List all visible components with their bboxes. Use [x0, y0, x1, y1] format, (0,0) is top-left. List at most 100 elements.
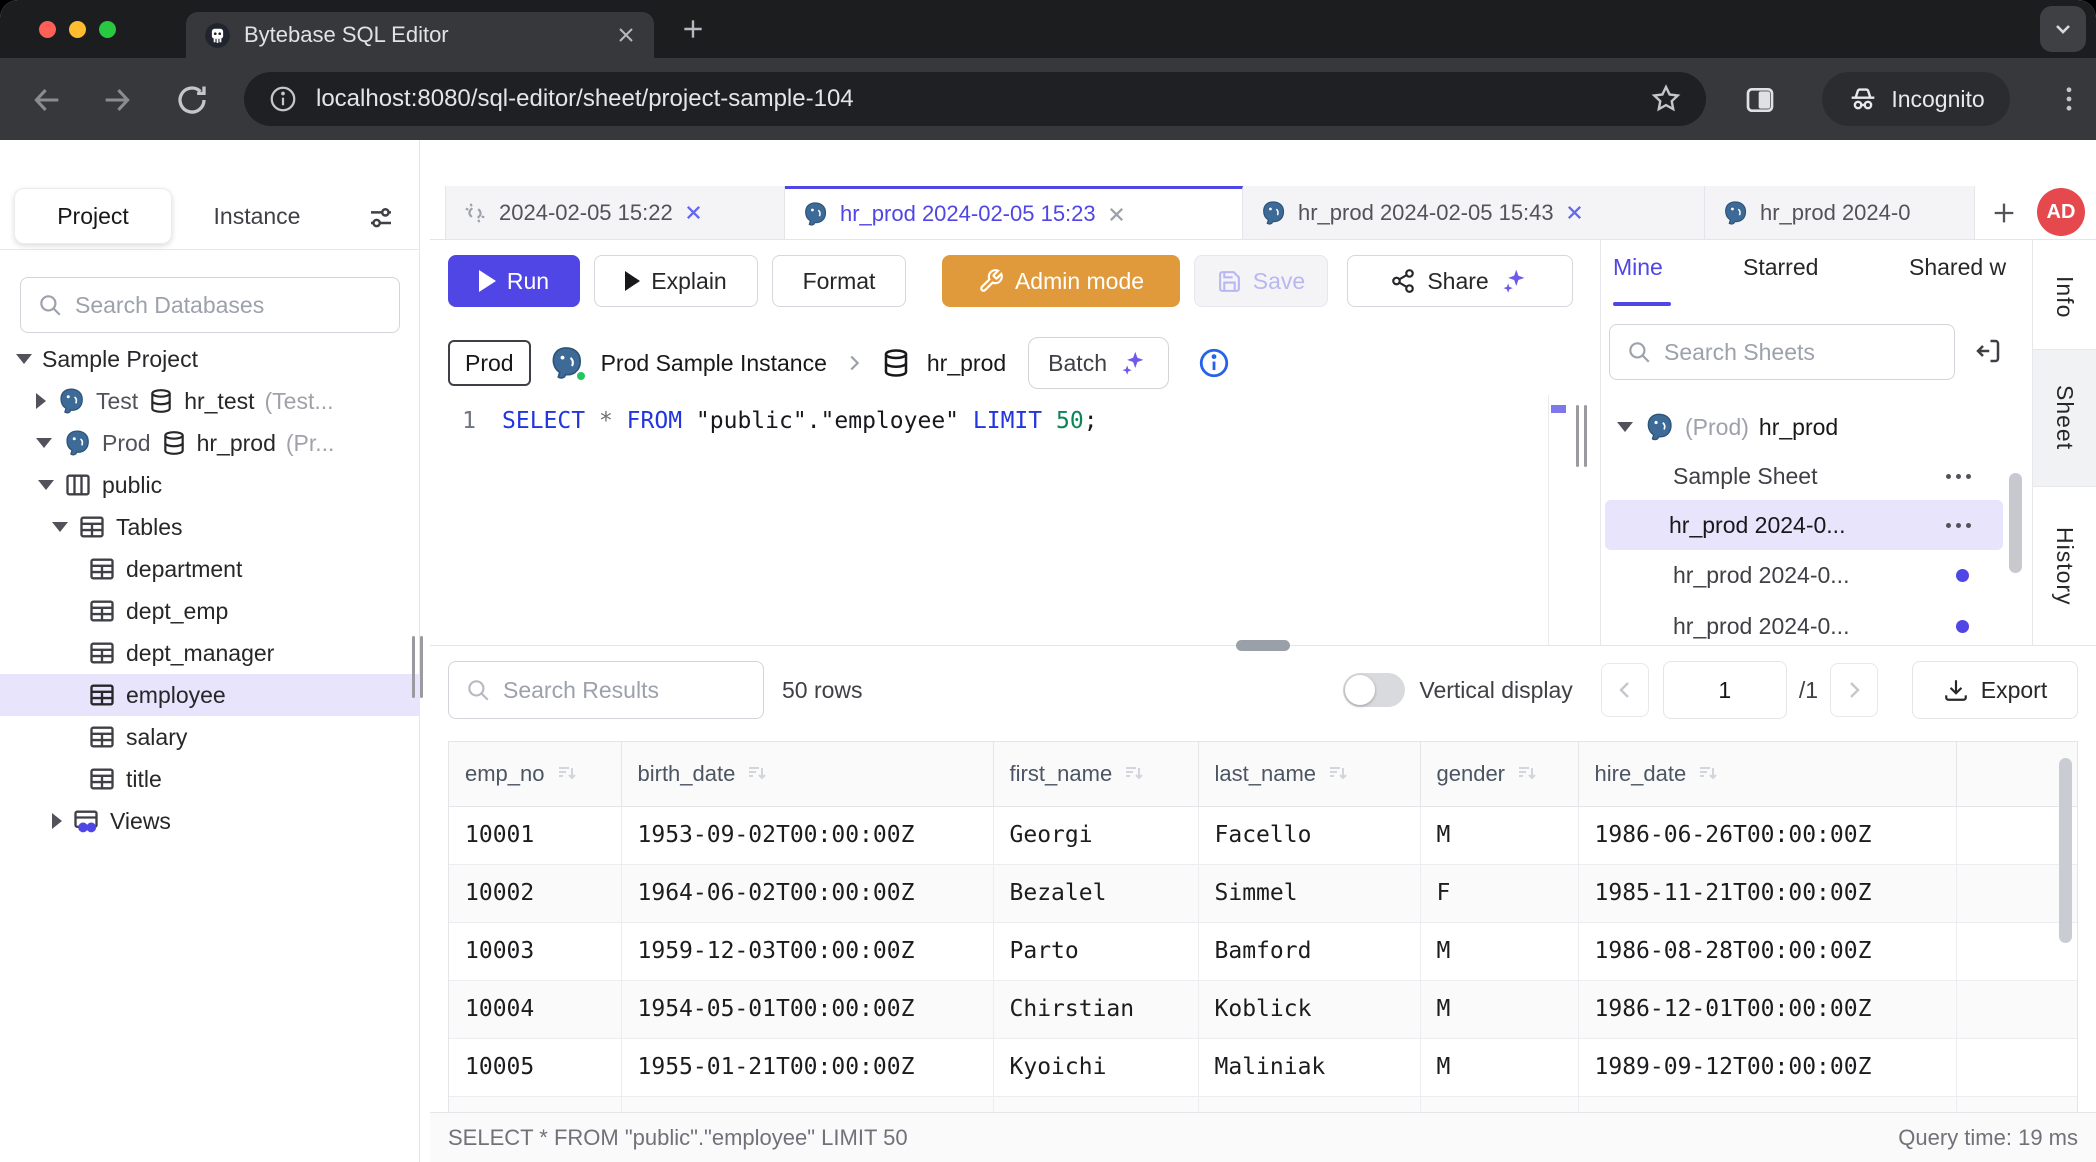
info-circle-icon[interactable] [1197, 346, 1231, 380]
format-button[interactable]: Format [772, 255, 906, 307]
batch-button[interactable]: Batch [1028, 337, 1169, 389]
database-name[interactable]: hr_prod [927, 350, 1006, 377]
more-icon[interactable] [1946, 474, 1971, 479]
back-icon[interactable] [30, 83, 64, 117]
sort-icon[interactable] [555, 762, 579, 786]
next-page-button[interactable] [1830, 663, 1878, 717]
tab-sheet[interactable]: Sheet [2033, 350, 2096, 487]
results-search[interactable] [448, 661, 764, 719]
sheet-search[interactable] [1609, 324, 1955, 380]
bookmark-star-icon[interactable] [1650, 83, 1682, 115]
new-tab-icon[interactable] [680, 16, 706, 42]
tree-item-hr-test[interactable]: Test hr_test (Test... [0, 380, 420, 422]
sheets-tab-shared[interactable]: Shared w [1909, 254, 2006, 281]
save-button[interactable]: Save [1194, 255, 1328, 307]
close-icon[interactable] [1107, 205, 1126, 224]
avatar[interactable]: AD [2037, 188, 2085, 236]
sheets-tab-starred[interactable]: Starred [1743, 254, 1818, 281]
sheet-item-selected[interactable]: hr_prod 2024-0... [1605, 500, 2003, 550]
side-panel-icon[interactable] [1744, 84, 1776, 116]
tree-item-table-dept-manager[interactable]: dept_manager [0, 632, 420, 674]
sidebar-tab-project[interactable]: Project [14, 188, 172, 244]
add-sheet-icon[interactable] [1990, 199, 2018, 227]
tree-item-tables-group[interactable]: Tables [0, 506, 420, 548]
collapse-panel-icon[interactable] [1973, 336, 2003, 366]
browser-menu-icon[interactable] [2052, 82, 2086, 116]
results-resize-handle[interactable] [1236, 640, 1290, 651]
reload-icon[interactable] [174, 82, 210, 118]
tab-info[interactable]: Info [2033, 245, 2096, 350]
minimize-window-button[interactable] [69, 21, 86, 38]
tab-history[interactable]: History [2033, 487, 2096, 646]
tree-item-views-group[interactable]: Views [0, 800, 420, 842]
tree-item-table-employee[interactable]: employee [0, 674, 420, 716]
tree-item-hr-prod[interactable]: Prod hr_prod (Pr... [0, 422, 420, 464]
table-scrollbar[interactable] [2059, 758, 2072, 943]
caret-down-icon[interactable] [38, 480, 54, 490]
caret-down-icon[interactable] [52, 522, 68, 532]
caret-right-icon[interactable] [52, 813, 62, 829]
database-search-input[interactable] [75, 292, 383, 319]
sheet-tab-3[interactable]: hr_prod 2024-02-05 15:43 [1243, 186, 1705, 239]
forward-icon[interactable] [100, 83, 134, 117]
admin-mode-button[interactable]: Admin mode [942, 255, 1180, 307]
column-header-last-name[interactable]: last_name [1198, 742, 1420, 806]
browser-tab[interactable]: Bytebase SQL Editor [186, 12, 654, 58]
caret-down-icon[interactable] [16, 354, 32, 364]
column-header-birth-date[interactable]: birth_date [621, 742, 993, 806]
sheet-group-hr-prod[interactable]: (Prod) hr_prod [1601, 402, 2032, 452]
prev-page-button[interactable] [1601, 663, 1649, 717]
share-button[interactable]: Share [1347, 255, 1573, 307]
more-icon[interactable] [1946, 523, 1971, 528]
editor-panel-resize-handle[interactable] [1576, 405, 1587, 467]
sidebar-resize-handle[interactable] [412, 636, 423, 698]
sql-editor[interactable]: 1SELECT * FROM "public"."employee" LIMIT… [430, 408, 1098, 434]
sheet-search-input[interactable] [1664, 339, 1938, 366]
column-header-emp-no[interactable]: emp_no [449, 742, 621, 806]
sheet-tab-2-active[interactable]: hr_prod 2024-02-05 15:23 [785, 186, 1243, 239]
tree-item-table-department[interactable]: department [0, 548, 420, 590]
column-header-first-name[interactable]: first_name [993, 742, 1198, 806]
export-button[interactable]: Export [1912, 661, 2078, 719]
database-search[interactable] [20, 277, 400, 333]
run-button[interactable]: Run [448, 255, 580, 307]
sort-icon[interactable] [1696, 762, 1720, 786]
sheet-item[interactable]: hr_prod 2024-0... [1601, 550, 2032, 600]
close-icon[interactable] [684, 203, 703, 222]
close-window-button[interactable] [39, 21, 56, 38]
tree-item-schema-public[interactable]: public [0, 464, 420, 506]
sort-icon[interactable] [1515, 762, 1539, 786]
vertical-display-toggle[interactable] [1343, 673, 1405, 707]
tree-item-table-title[interactable]: title [0, 758, 420, 800]
column-header-gender[interactable]: gender [1420, 742, 1578, 806]
sheets-tab-mine[interactable]: Mine [1613, 254, 1663, 281]
tree-item-table-dept-emp[interactable]: dept_emp [0, 590, 420, 632]
sheet-item[interactable]: hr_prod 2024-0... [1601, 600, 2032, 645]
explain-button[interactable]: Explain [594, 255, 758, 307]
close-icon[interactable] [1565, 203, 1584, 222]
sheet-list-scrollbar[interactable] [2009, 473, 2022, 573]
tab-search-chevron-icon[interactable] [2040, 6, 2086, 52]
tree-item-table-salary[interactable]: salary [0, 716, 420, 758]
sheet-tab-1[interactable]: 2024-02-05 15:22 [445, 186, 785, 239]
tree-item-project[interactable]: Sample Project [0, 338, 420, 380]
sort-icon[interactable] [1326, 762, 1350, 786]
caret-right-icon[interactable] [36, 393, 46, 409]
sort-icon[interactable] [745, 762, 769, 786]
results-search-input[interactable] [503, 677, 747, 704]
sort-icon[interactable] [1122, 762, 1146, 786]
column-header-hire-date[interactable]: hire_date [1578, 742, 1956, 806]
close-tab-icon[interactable] [616, 25, 636, 45]
filter-sliders-icon[interactable] [366, 203, 396, 233]
caret-down-icon[interactable] [1617, 422, 1633, 432]
sheet-item[interactable]: Sample Sheet [1601, 452, 2032, 500]
maximize-window-button[interactable] [99, 21, 116, 38]
site-info-icon[interactable] [268, 84, 298, 114]
sidebar-tab-instance[interactable]: Instance [182, 188, 332, 244]
page-number-input[interactable] [1663, 661, 1787, 719]
instance-name[interactable]: Prod Sample Instance [601, 350, 827, 377]
sheet-tab-4[interactable]: hr_prod 2024-0 [1705, 186, 1975, 239]
url-bar[interactable]: localhost:8080/sql-editor/sheet/project-… [244, 72, 1706, 126]
caret-down-icon[interactable] [36, 438, 52, 448]
editor-overview-ruler[interactable] [1548, 395, 1566, 645]
